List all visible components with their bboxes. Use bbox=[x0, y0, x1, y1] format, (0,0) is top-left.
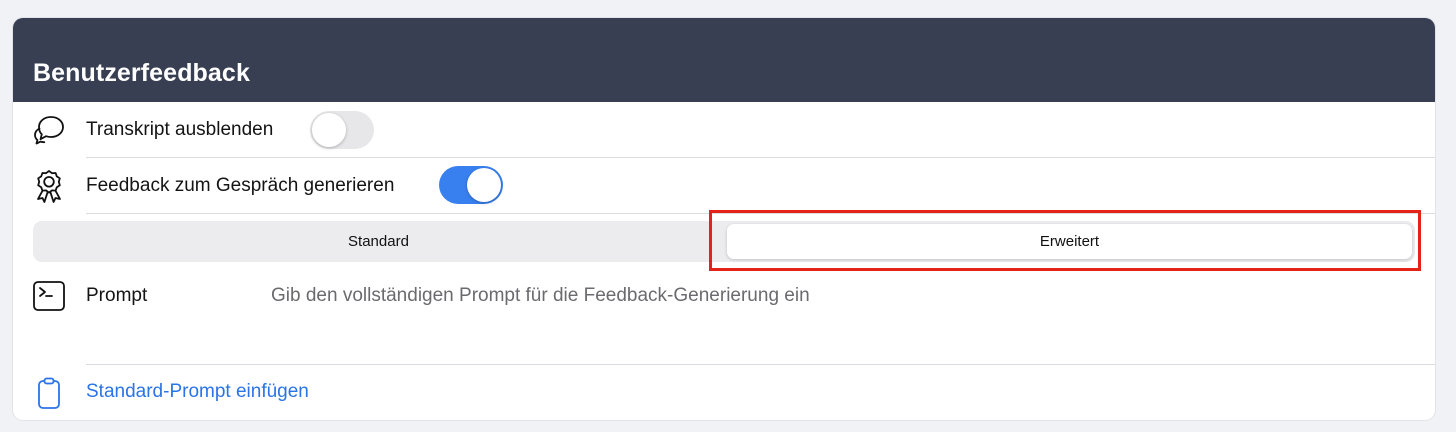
mode-segmented-control: Standard Erweitert bbox=[33, 221, 1415, 262]
terminal-icon bbox=[31, 278, 67, 314]
segment-advanced[interactable]: Erweitert bbox=[727, 224, 1412, 259]
award-badge-icon bbox=[31, 168, 67, 204]
generate-feedback-toggle[interactable] bbox=[439, 166, 503, 204]
card-header: Benutzerfeedback bbox=[13, 18, 1435, 102]
chat-bubble-icon bbox=[31, 112, 67, 148]
clipboard-icon bbox=[31, 376, 67, 412]
page-title: Benutzerfeedback bbox=[33, 59, 250, 87]
divider bbox=[86, 213, 1435, 214]
divider bbox=[86, 157, 1435, 158]
feedback-card: Benutzerfeedback Transkript ausblenden F… bbox=[13, 18, 1435, 420]
generate-feedback-label: Feedback zum Gespräch generieren bbox=[86, 175, 395, 196]
toggle-knob bbox=[312, 113, 346, 147]
segment-standard[interactable]: Standard bbox=[36, 224, 721, 259]
divider bbox=[86, 364, 1435, 365]
transcript-label: Transkript ausblenden bbox=[86, 119, 274, 140]
insert-default-prompt-link[interactable]: Standard-Prompt einfügen bbox=[86, 381, 309, 403]
prompt-label: Prompt bbox=[86, 285, 148, 306]
toggle-knob bbox=[467, 168, 501, 202]
hide-transcript-toggle[interactable] bbox=[310, 111, 374, 149]
prompt-input[interactable]: Gib den vollständigen Prompt für die Fee… bbox=[271, 285, 810, 307]
